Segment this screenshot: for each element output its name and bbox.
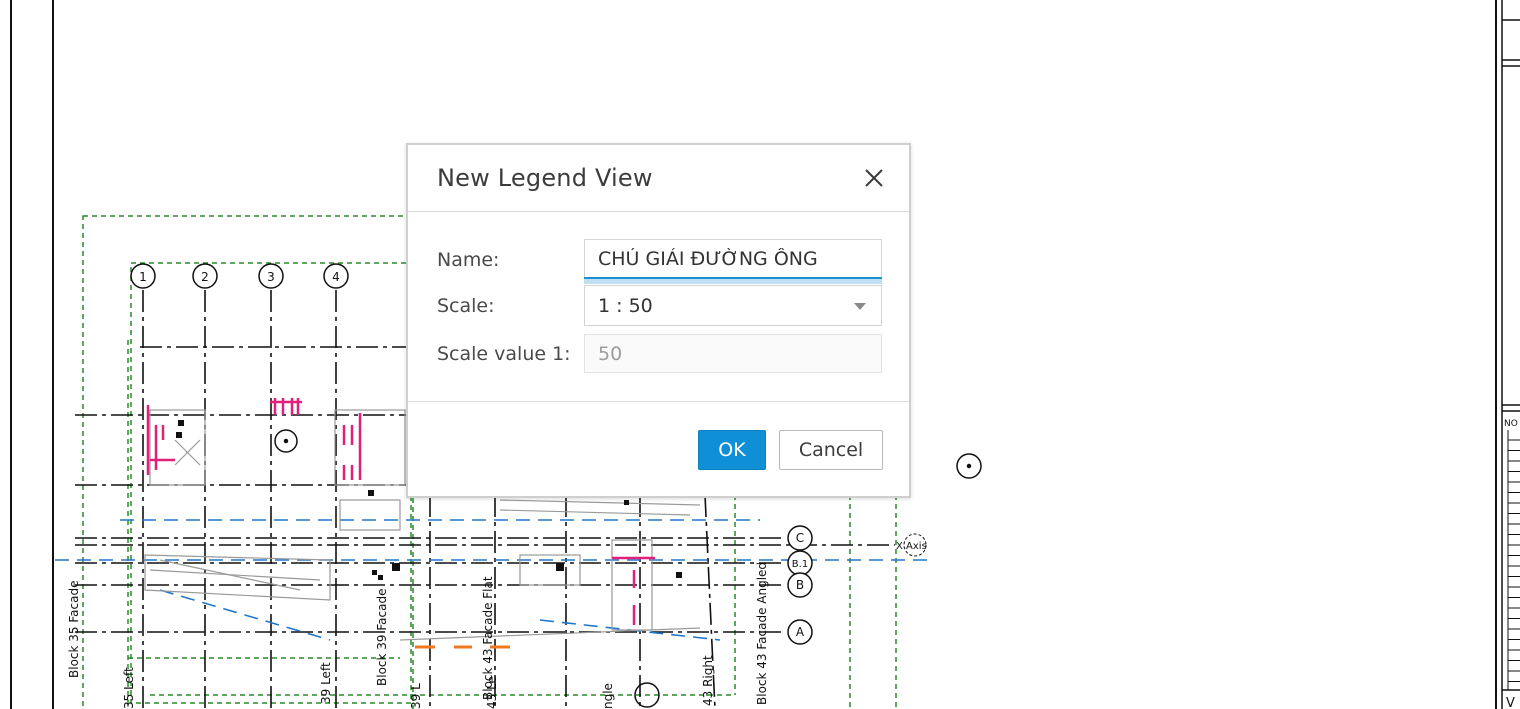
close-icon[interactable]: [861, 165, 887, 191]
ok-button[interactable]: OK: [698, 430, 766, 470]
grid-bubble-3: 3: [258, 263, 284, 289]
scale-label: Scale:: [437, 295, 495, 317]
view-label: Block 35 Facade: [67, 581, 81, 678]
grid-bubble-1: 1: [130, 263, 156, 289]
grid-bubble-label: B: [796, 578, 804, 592]
view-label: 39 Left: [319, 662, 333, 704]
title-block-label: NO: [1504, 419, 1518, 429]
grid-bubble-label: 1: [139, 270, 147, 284]
scale-value-label: Scale value 1:: [437, 343, 571, 365]
view-label: 35 Left: [122, 667, 136, 709]
title-block-partial: V: [1506, 696, 1515, 709]
grid-bubble-label: A: [796, 625, 805, 639]
view-label: ngle: [601, 683, 615, 709]
name-input-focus-bar: [584, 277, 882, 284]
grid-bubble-4: 4: [323, 263, 349, 289]
dialog-title: New Legend View: [437, 164, 653, 192]
name-label: Name:: [437, 249, 500, 271]
view-labels: Block 35 Facade 35 Left 39 Left Block 39 Fa…: [67, 562, 769, 709]
grid-bubble-label: 3: [267, 270, 275, 284]
grid-bubble-B.1: B.1: [787, 550, 813, 576]
name-input[interactable]: [584, 239, 882, 278]
grid-bubble-label: C: [796, 531, 804, 545]
view-label: 43 Right: [701, 655, 715, 706]
grid-bubble-label: B.1: [792, 559, 808, 570]
scale-selected-value: 1 : 50: [598, 294, 653, 317]
chevron-down-icon: [854, 303, 866, 310]
cancel-button[interactable]: Cancel: [779, 430, 883, 470]
grid-bubble-C: C: [787, 525, 813, 551]
dialog-header: New Legend View: [408, 145, 909, 212]
grid-bubble-A: A: [787, 619, 813, 645]
grid-bubble-label: 4: [332, 270, 340, 284]
new-legend-view-dialog: New Legend View Name: Scale: 1 : 50 Scal…: [406, 143, 911, 498]
view-label: 43 Le: [485, 676, 499, 709]
view-label: Block 39 Facade: [375, 589, 389, 686]
dialog-separator: [408, 401, 909, 402]
scale-value-input: [584, 334, 882, 373]
grid-bubbles-top: 1 2 3 4: [130, 263, 349, 289]
view-label: Block 43 Facade Angled: [755, 562, 769, 705]
grid-bubble-label: 2: [201, 270, 209, 284]
grid-bubble-B: B: [787, 572, 813, 598]
grid-bubbles-right: C B.1 B A: [787, 525, 813, 645]
title-block: NO V: [1495, 0, 1520, 709]
x-axis-label: X Axis: [896, 541, 927, 552]
x-axis-marker: X Axis: [896, 533, 927, 557]
scale-dropdown[interactable]: 1 : 50: [584, 285, 882, 326]
grid-bubble-2: 2: [192, 263, 218, 289]
view-label: 39 L: [409, 683, 423, 709]
